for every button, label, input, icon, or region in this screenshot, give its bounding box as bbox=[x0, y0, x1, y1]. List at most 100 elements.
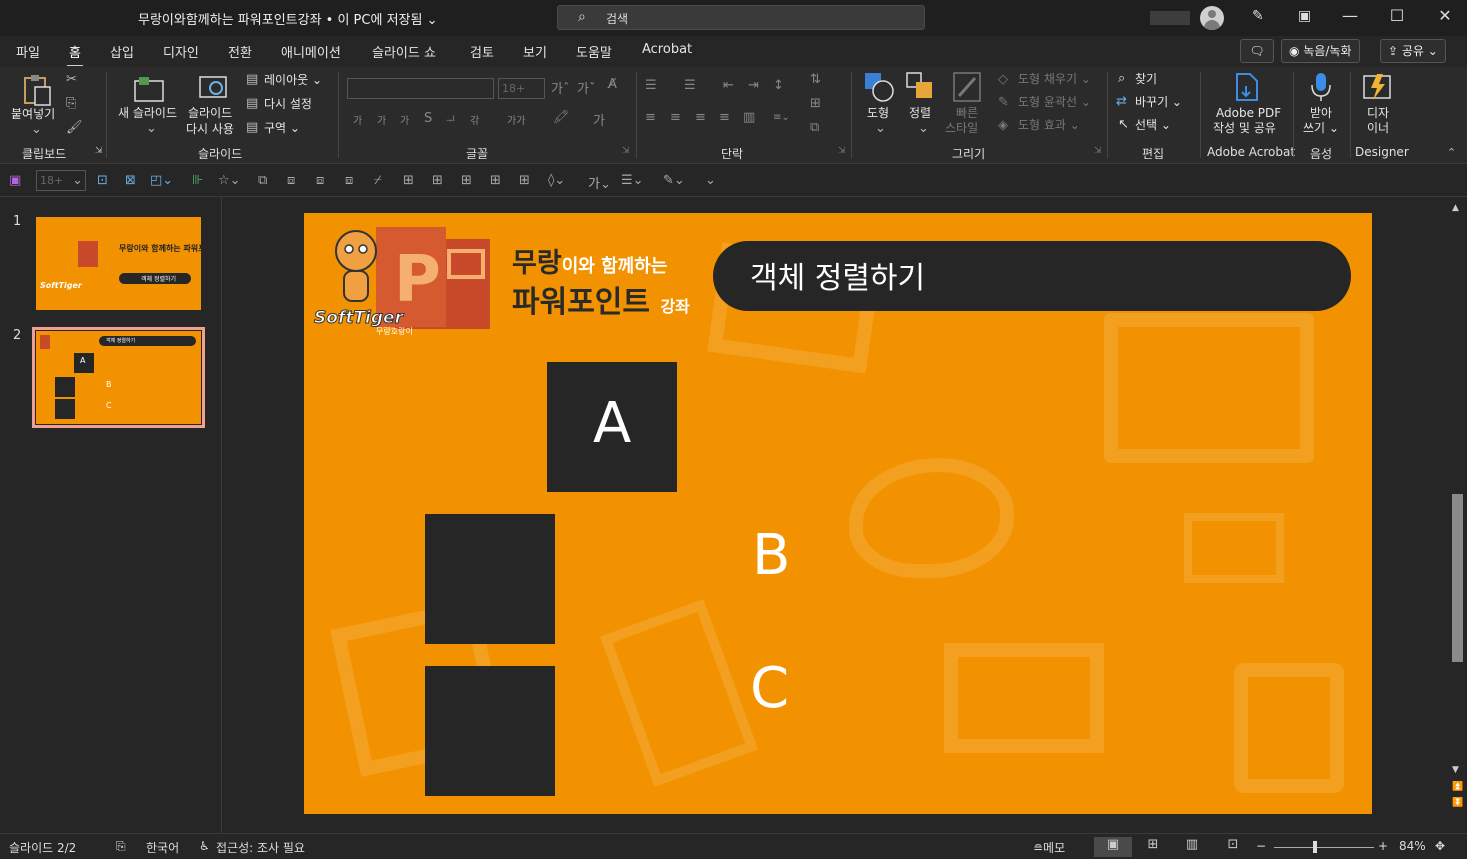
star-icon[interactable]: ☆⌄ bbox=[218, 173, 241, 188]
tab-animations[interactable]: 애니메이션 bbox=[281, 42, 341, 61]
grid-icon[interactable]: ⊞ bbox=[490, 173, 501, 188]
chevron-down-icon[interactable]: ⌄ bbox=[146, 121, 157, 136]
group-icon[interactable]: ⧉ bbox=[258, 173, 267, 188]
dialog-launcher-icon[interactable]: ⇲ bbox=[622, 146, 630, 156]
shape-fill-button[interactable]: 도형 채우기 ⌄ bbox=[1018, 72, 1091, 87]
quick-styles-line2[interactable]: 스타일 bbox=[945, 121, 978, 136]
tab-help[interactable]: 도움말 bbox=[576, 42, 612, 61]
share-button[interactable]: ⇪ 공유 ⌄ bbox=[1380, 39, 1446, 63]
bullets-icon[interactable]: ☰ bbox=[645, 78, 657, 93]
arrange-button[interactable]: 정렬 bbox=[909, 106, 931, 121]
shape-b[interactable] bbox=[425, 514, 555, 644]
shrink-font-icon[interactable]: 가ˇ bbox=[577, 78, 595, 97]
grow-font-icon[interactable]: 가ˆ bbox=[551, 78, 569, 97]
align-center-icon[interactable]: ≡ bbox=[670, 110, 681, 125]
collapse-ribbon-icon[interactable]: ⌃ bbox=[1447, 146, 1456, 159]
paste-button[interactable]: 붙여넣기 bbox=[11, 107, 55, 122]
tab-insert[interactable]: 삽입 bbox=[110, 42, 134, 61]
pen-icon[interactable]: ✎ bbox=[1252, 8, 1264, 24]
search-box[interactable]: ⌕ 검색 bbox=[557, 5, 925, 30]
eyedropper-icon[interactable]: ⌿ bbox=[374, 173, 382, 188]
tab-review[interactable]: 검토 bbox=[470, 42, 494, 61]
chevron-down-icon[interactable]: ⌄ bbox=[31, 122, 42, 137]
slide-sorter-button[interactable]: ⊞ bbox=[1134, 837, 1172, 857]
edit-shape-icon[interactable]: ⊠ bbox=[125, 173, 136, 188]
dialog-launcher-icon[interactable]: ⇲ bbox=[838, 146, 846, 156]
dictate-line1[interactable]: 받아 bbox=[1310, 106, 1332, 121]
select-button[interactable]: 선택 ⌄ bbox=[1135, 118, 1171, 133]
clear-format-icon[interactable]: A̸ bbox=[608, 77, 617, 92]
notes-button[interactable]: ≘메모 bbox=[1033, 839, 1065, 856]
format-painter-icon[interactable]: 🖌 bbox=[66, 120, 83, 135]
scroll-down-icon[interactable]: ▼ bbox=[1452, 765, 1459, 775]
distribute-horizontal-icon[interactable]: ⊞ bbox=[432, 173, 443, 188]
distribute-vertical-icon[interactable]: ⊞ bbox=[461, 173, 472, 188]
tab-design[interactable]: 디자인 bbox=[163, 42, 199, 61]
send-backward-icon[interactable]: ⧈ bbox=[316, 173, 324, 188]
find-button[interactable]: 찾기 bbox=[1135, 72, 1157, 87]
shapes-button[interactable]: 도형 bbox=[867, 106, 889, 121]
cut-icon[interactable]: ✂ bbox=[66, 72, 77, 87]
italic-icon[interactable]: 가 bbox=[377, 112, 386, 127]
distribute-icon[interactable]: ≡⌄ bbox=[773, 112, 790, 123]
reuse-slides-line1[interactable]: 슬라이드 bbox=[188, 106, 232, 121]
tab-slideshow[interactable]: 슬라이드 쇼 bbox=[372, 42, 436, 61]
text-box-icon[interactable]: ⊡ bbox=[97, 173, 108, 188]
copy-icon[interactable]: ⎘ bbox=[66, 96, 76, 111]
slide-canvas[interactable]: P SoftTiger 무랑호랑이 무랑이와 함께하는 파워포인트 강좌 객체 … bbox=[304, 213, 1372, 814]
text-direction-icon[interactable]: ⇅ bbox=[810, 72, 821, 87]
text-color-icon[interactable]: 가⌄ bbox=[588, 173, 611, 192]
char-spacing-icon[interactable]: 갂 bbox=[470, 112, 479, 127]
font-color-icon[interactable]: 가 bbox=[593, 110, 605, 129]
shape-effects-button[interactable]: 도형 효과 ⌄ bbox=[1018, 118, 1080, 133]
fit-to-window-icon[interactable]: ✥ bbox=[1435, 839, 1445, 853]
chevron-down-icon[interactable]: ⌄ bbox=[72, 173, 83, 188]
scroll-up-icon[interactable]: ▲ bbox=[1452, 203, 1459, 213]
zoom-in-icon[interactable]: + bbox=[1378, 839, 1388, 853]
reuse-slides-line2[interactable]: 다시 사용 bbox=[186, 122, 234, 137]
align-right-icon[interactable]: ≡ bbox=[695, 110, 706, 125]
columns-icon[interactable]: ▥ bbox=[743, 110, 755, 125]
adobe-pdf-line1[interactable]: Adobe PDF bbox=[1216, 106, 1281, 121]
label-b[interactable]: B bbox=[752, 523, 790, 588]
strikethrough-icon[interactable]: ᆛ bbox=[446, 112, 455, 127]
comments-button[interactable]: 🗨 bbox=[1240, 39, 1274, 63]
font-size-input[interactable]: 18+ bbox=[498, 78, 545, 99]
smartart-icon[interactable]: ⧉ bbox=[810, 120, 819, 135]
label-c[interactable]: C bbox=[750, 656, 789, 721]
chevron-down-icon[interactable]: ⌄ bbox=[875, 121, 886, 136]
record-button[interactable]: ◉ 녹음/녹화 bbox=[1281, 39, 1360, 63]
grid-lines-icon[interactable]: ⊞ bbox=[519, 173, 530, 188]
slide-title[interactable]: 객체 정렬하기 bbox=[750, 253, 925, 297]
accessibility-status[interactable]: 접근성: 조사 필요 bbox=[216, 839, 305, 856]
numbering-icon[interactable]: ☰ bbox=[684, 78, 696, 93]
shape-a-label[interactable]: A bbox=[593, 391, 631, 456]
designer-line2[interactable]: 이너 bbox=[1367, 121, 1389, 136]
slide-thumbnail-1[interactable]: 무랑이와 함께하는 파워포인트 강좌 객체 정렬하기 SoftTiger bbox=[36, 217, 201, 310]
replace-button[interactable]: 바꾸기 ⌄ bbox=[1135, 95, 1182, 110]
previous-slide-icon[interactable]: ⏫ bbox=[1452, 782, 1463, 792]
avatar[interactable] bbox=[1200, 6, 1224, 30]
layout-button[interactable]: 레이아웃 ⌄ bbox=[264, 73, 322, 88]
tab-view[interactable]: 보기 bbox=[523, 42, 547, 61]
highlight-icon[interactable]: 🖍 bbox=[553, 110, 570, 125]
minimize-button[interactable]: — bbox=[1335, 6, 1365, 25]
decrease-indent-icon[interactable]: ⇤ bbox=[723, 78, 734, 93]
dictate-line2[interactable]: 쓰기 ⌄ bbox=[1303, 121, 1339, 136]
underline-icon[interactable]: 가 bbox=[400, 112, 409, 127]
ribbon-display-icon[interactable]: ▣ bbox=[1298, 8, 1311, 24]
vertical-scrollbar[interactable]: ▲ ▼ ⏫ ⏬ bbox=[1449, 197, 1467, 833]
line-spacing-icon[interactable]: ↕ bbox=[773, 78, 784, 93]
slideshow-button[interactable]: ⊡ bbox=[1214, 837, 1252, 857]
pen-style-icon[interactable]: ✎⌄ bbox=[663, 173, 685, 188]
adobe-pdf-line2[interactable]: 작성 및 공유 bbox=[1213, 121, 1276, 136]
next-slide-icon[interactable]: ⏬ bbox=[1452, 798, 1463, 808]
save-icon[interactable]: ▣ bbox=[9, 173, 21, 188]
dialog-launcher-icon[interactable]: ⇲ bbox=[1094, 146, 1102, 156]
tab-transitions[interactable]: 전환 bbox=[228, 42, 252, 61]
tab-file[interactable]: 파일 bbox=[16, 42, 40, 61]
zoom-out-icon[interactable]: − bbox=[1256, 839, 1266, 853]
new-slide-button[interactable]: 새 슬라이드 bbox=[118, 106, 177, 121]
tab-acrobat[interactable]: Acrobat bbox=[642, 42, 692, 57]
section-button[interactable]: 구역 ⌄ bbox=[264, 121, 300, 136]
